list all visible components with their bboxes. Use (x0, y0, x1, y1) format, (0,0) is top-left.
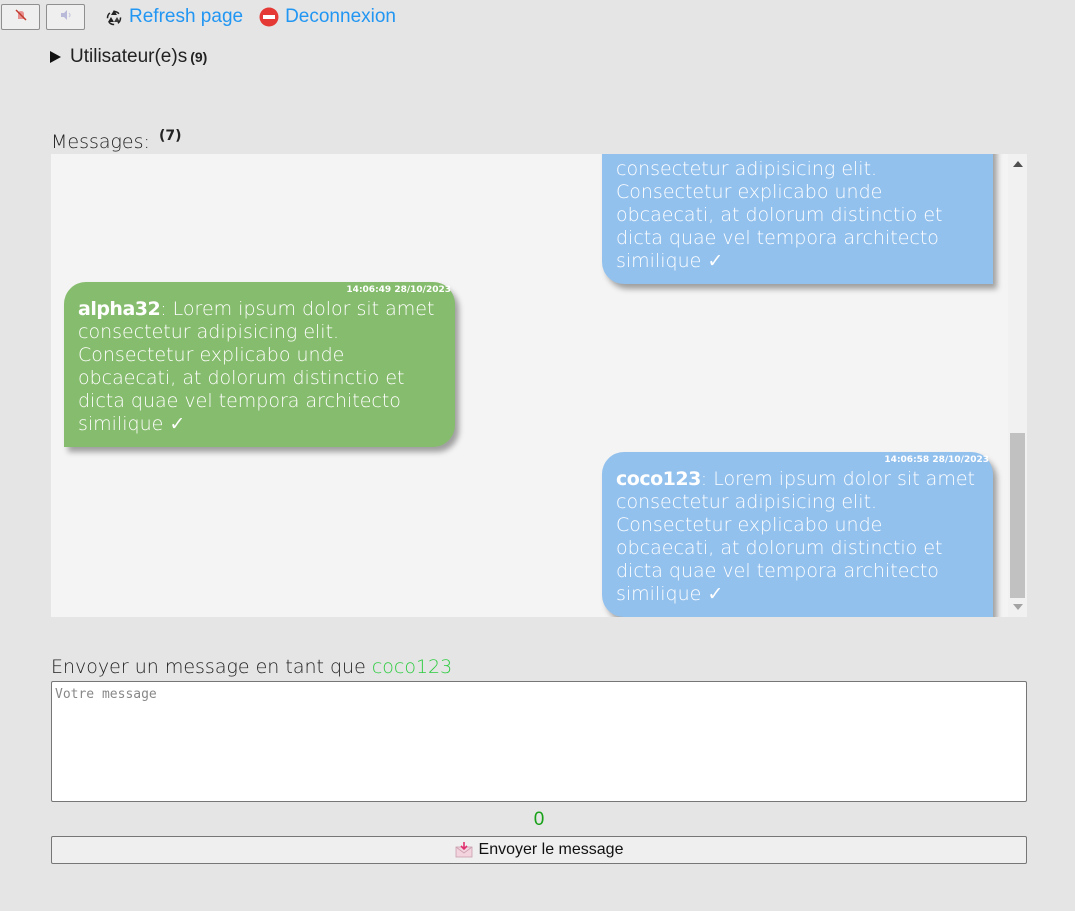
message-text: consectetur adipisicing elit. Consectetu… (616, 158, 943, 272)
message-timestamp: 14:06:58 28/10/2023 (884, 455, 989, 465)
message-timestamp: 14:06:49 28/10/2023 (346, 285, 451, 295)
refresh-link[interactable]: Refresh page (105, 6, 243, 28)
users-count: (9) (190, 49, 208, 65)
mute-notification-icon (14, 8, 28, 27)
messages-heading: Messages: (7) (51, 128, 182, 153)
scroll-down-arrow-icon[interactable] (1013, 604, 1023, 610)
send-button-label: Envoyer le message (478, 841, 624, 858)
send-message-button[interactable]: Envoyer le message (51, 836, 1027, 864)
message-bubble: consectetur adipisicing elit. Consectetu… (602, 154, 993, 284)
current-username: coco123 (371, 656, 453, 678)
scroll-up-arrow-icon[interactable] (1013, 161, 1023, 167)
users-toggle[interactable]: Utilisateur(e)s (9) (50, 46, 207, 68)
message-author: alpha32 (78, 298, 161, 320)
character-counter: 0 (533, 809, 545, 830)
mute-button[interactable] (1, 4, 40, 30)
no-entry-icon (259, 7, 279, 27)
users-label: Utilisateur(e)s (70, 46, 188, 67)
message-bubble: 14:06:49 28/10/2023 alpha32: Lorem ipsum… (64, 282, 455, 447)
logout-label: Deconnexion (285, 6, 396, 27)
recycle-icon (105, 8, 123, 26)
logout-link[interactable]: Deconnexion (259, 6, 396, 28)
sound-button[interactable] (46, 4, 85, 30)
speaker-icon (59, 8, 73, 27)
scrollbar-thumb[interactable] (1010, 433, 1025, 598)
envelope-download-icon (455, 842, 473, 858)
message-list-scrollbar[interactable] (1008, 154, 1027, 617)
messages-count: (7) (158, 128, 182, 144)
message-author: coco123 (616, 468, 701, 490)
messages-label: Messages: (51, 131, 150, 153)
message-bubble: 14:06:58 28/10/2023 coco123: Lorem ipsum… (602, 452, 993, 617)
refresh-label: Refresh page (129, 6, 244, 27)
compose-heading: Envoyer un message en tant que coco123 (51, 656, 452, 678)
top-toolbar: Refresh page Deconnexion (0, 0, 396, 34)
disclosure-triangle-icon (50, 51, 61, 63)
compose-label: Envoyer un message en tant que (51, 656, 366, 678)
message-input[interactable] (51, 681, 1027, 802)
message-list[interactable]: consectetur adipisicing elit. Consectetu… (51, 154, 1027, 617)
